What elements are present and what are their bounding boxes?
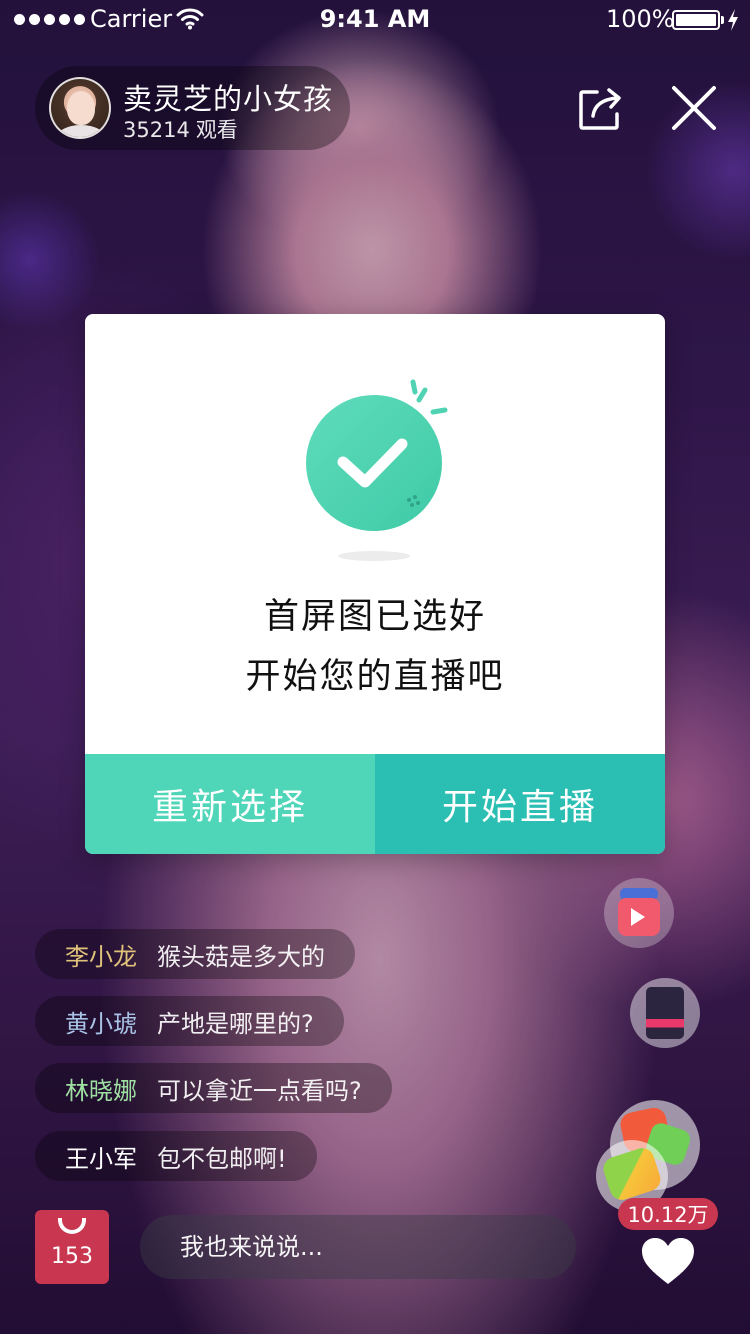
battery-icon	[672, 10, 720, 30]
chat-text: 产地是哪里的?	[157, 1009, 314, 1038]
viewer-count-number: 35214	[123, 118, 190, 142]
cover-selected-dialog: 首屏图已选好 开始您的直播吧 重新选择 开始直播	[85, 314, 665, 854]
chat-username[interactable]: 林晓娜	[65, 1071, 137, 1106]
chat-username[interactable]: 黄小琥	[65, 1004, 137, 1039]
dialog-actions: 重新选择 开始直播	[85, 754, 665, 854]
battery-percentage: 100%	[606, 5, 675, 33]
heart-icon[interactable]	[640, 1236, 696, 1286]
host-avatar[interactable]	[49, 77, 111, 139]
battery-cap	[721, 16, 724, 24]
chat-text: 猴头菇是多大的	[157, 942, 325, 971]
shopping-bag-icon	[58, 1218, 86, 1234]
host-info[interactable]: 卖灵芝的小女孩 35214 观看	[35, 66, 350, 150]
gift-jar-icon	[604, 878, 674, 948]
chat-message: 李小龙 猴头菇是多大的	[35, 929, 355, 979]
start-live-button[interactable]: 开始直播	[375, 754, 665, 854]
dialog-title: 首屏图已选好	[263, 597, 486, 637]
close-icon[interactable]	[668, 82, 720, 134]
chat-message: 王小军 包不包邮啊!	[35, 1131, 317, 1181]
dialog-subtitle: 开始您的直播吧	[245, 657, 505, 697]
shopping-bag-button[interactable]: 153	[35, 1210, 109, 1284]
like-count-badge: 10.12万	[618, 1198, 718, 1230]
chat-message: 黄小琥 产地是哪里的?	[35, 996, 344, 1046]
comment-input[interactable]	[140, 1215, 576, 1279]
viewer-count: 35214 观看	[123, 114, 244, 144]
bag-item-count: 153	[51, 1244, 93, 1269]
live-stream-screen: Carrier 9:41 AM 100% 卖灵芝的小女孩 35214 观看 李小…	[0, 0, 750, 1334]
chat-text: 包不包邮啊!	[157, 1144, 287, 1173]
reselect-button[interactable]: 重新选择	[85, 754, 375, 854]
chat-message: 林晓娜 可以拿近一点看吗?	[35, 1063, 392, 1113]
status-bar: Carrier 9:41 AM 100%	[0, 0, 750, 40]
viewer-count-label: 观看	[195, 118, 238, 142]
chat-username[interactable]: 王小军	[65, 1139, 137, 1174]
gift-phone-icon	[630, 978, 700, 1048]
chat-username[interactable]: 李小龙	[65, 937, 137, 972]
host-name: 卖灵芝的小女孩	[123, 82, 334, 116]
share-icon[interactable]	[575, 82, 627, 134]
charging-bolt-icon	[728, 9, 738, 31]
success-check-icon	[306, 379, 448, 561]
chat-text: 可以拿近一点看吗?	[157, 1076, 362, 1105]
